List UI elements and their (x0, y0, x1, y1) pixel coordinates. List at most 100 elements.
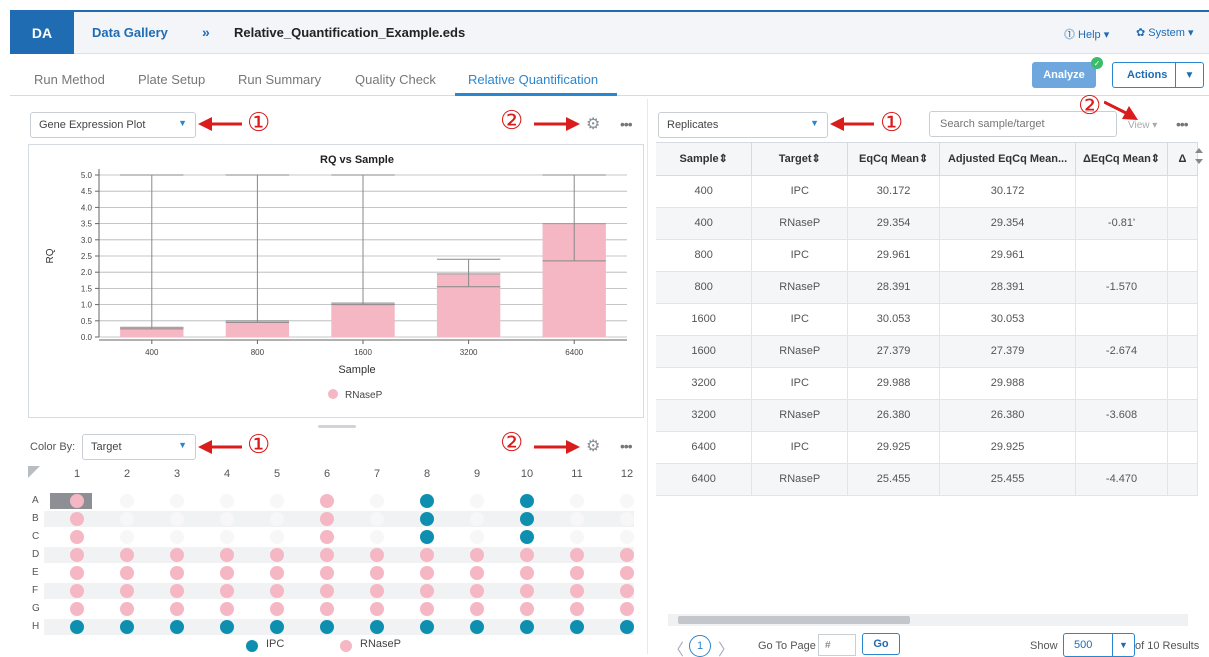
tab-quality-check[interactable]: Quality Check (355, 72, 436, 87)
plate-well[interactable] (570, 566, 584, 580)
plate-well[interactable] (470, 584, 484, 598)
plate-well[interactable] (470, 602, 484, 616)
plate-well[interactable] (370, 566, 384, 580)
plate-well[interactable] (220, 494, 234, 508)
tab-plate-setup[interactable]: Plate Setup (138, 72, 205, 87)
col-sample-header[interactable]: Sample⇕ (656, 143, 753, 176)
plate-well[interactable] (420, 620, 434, 634)
plate-well[interactable] (320, 512, 334, 526)
plate-well[interactable] (70, 530, 84, 544)
plate-row-header[interactable]: B (32, 513, 39, 524)
plate-well[interactable] (520, 494, 534, 508)
plate-well[interactable] (220, 602, 234, 616)
plate-well[interactable] (520, 566, 534, 580)
actions-button[interactable]: Actions ▼ (1112, 62, 1204, 88)
plate-well[interactable] (620, 530, 634, 544)
plate-well[interactable] (370, 512, 384, 526)
plate-well[interactable] (220, 512, 234, 526)
plate-well[interactable] (270, 494, 284, 508)
plate-well[interactable] (470, 494, 484, 508)
plate-well[interactable] (320, 494, 334, 508)
prev-page-button[interactable]: 〈 (668, 636, 684, 657)
plate-well[interactable] (470, 566, 484, 580)
plate-well[interactable] (420, 566, 434, 580)
horizontal-scrollbar-thumb[interactable] (678, 616, 910, 624)
gear-icon[interactable]: ⚙ (586, 436, 600, 456)
plate-well[interactable] (220, 566, 234, 580)
plate-column-header[interactable]: 10 (517, 468, 537, 480)
plate-well[interactable] (570, 620, 584, 634)
plate-well[interactable] (520, 620, 534, 634)
plate-well[interactable] (420, 602, 434, 616)
col-delta-eqcq-mean-header[interactable]: ΔEqCq Mean⇕ (1075, 143, 1168, 176)
plate-row-header[interactable]: F (32, 585, 38, 596)
plate-well[interactable] (420, 530, 434, 544)
plate-well[interactable] (170, 548, 184, 562)
plate-well[interactable] (570, 602, 584, 616)
table-row[interactable]: 800 RNaseP 28.391 28.391 -1.570 (656, 271, 1198, 304)
breadcrumb-data-gallery[interactable]: Data Gallery (92, 25, 168, 40)
panel-resize-handle[interactable] (318, 425, 356, 428)
table-view-select[interactable]: Replicates ▼ (658, 112, 828, 138)
vertical-scrollbar[interactable] (1193, 142, 1205, 614)
more-options-icon[interactable]: ••• (620, 438, 633, 454)
table-row[interactable]: 400 IPC 30.172 30.172 (656, 175, 1198, 208)
plate-well[interactable] (620, 548, 634, 562)
col-adjusted-eqcq-mean-header[interactable]: Adjusted EqCq Mean... (939, 143, 1077, 176)
current-page-indicator[interactable]: 1 (689, 635, 711, 657)
plate-well[interactable] (70, 584, 84, 598)
table-row[interactable]: 1600 RNaseP 27.379 27.379 -2.674 (656, 335, 1198, 368)
plate-row-header[interactable]: H (32, 621, 39, 632)
analyze-button[interactable]: Analyze (1032, 62, 1096, 88)
plate-column-header[interactable]: 7 (367, 468, 387, 480)
view-menu[interactable]: View ▾ (1128, 120, 1157, 131)
plate-column-header[interactable]: 12 (617, 468, 637, 480)
plate-well[interactable] (370, 620, 384, 634)
plate-well[interactable] (170, 620, 184, 634)
plate-row-header[interactable]: G (32, 603, 40, 614)
plate-well[interactable] (420, 584, 434, 598)
plate-well[interactable] (570, 584, 584, 598)
plate-well[interactable] (420, 548, 434, 562)
plate-well[interactable] (120, 620, 134, 634)
plate-well[interactable] (320, 584, 334, 598)
plate-well[interactable] (470, 512, 484, 526)
plate-well[interactable] (520, 530, 534, 544)
next-page-button[interactable]: 〉 (718, 636, 734, 657)
plate-well[interactable] (470, 530, 484, 544)
plate-well[interactable] (570, 530, 584, 544)
plate-well[interactable] (420, 494, 434, 508)
plate-well[interactable] (70, 548, 84, 562)
tab-relative-quantification[interactable]: Relative Quantification (468, 72, 598, 87)
plate-well[interactable] (570, 512, 584, 526)
plate-well[interactable] (320, 530, 334, 544)
plate-well[interactable] (70, 620, 84, 634)
plate-well[interactable] (320, 602, 334, 616)
plate-well[interactable] (520, 584, 534, 598)
plot-type-select[interactable]: Gene Expression Plot ▼ (30, 112, 196, 138)
plate-well[interactable] (420, 512, 434, 526)
plate-well[interactable] (270, 512, 284, 526)
color-by-select[interactable]: Target ▼ (82, 434, 196, 460)
plate-well[interactable] (320, 620, 334, 634)
plate-well[interactable] (270, 602, 284, 616)
plate-well[interactable] (370, 584, 384, 598)
table-row[interactable]: 1600 IPC 30.053 30.053 (656, 303, 1198, 336)
col-eqcq-mean-header[interactable]: EqCq Mean⇕ (847, 143, 941, 176)
plate-well[interactable] (270, 566, 284, 580)
app-logo[interactable]: DA (10, 12, 74, 54)
plate-well[interactable] (120, 494, 134, 508)
plate-well[interactable] (320, 566, 334, 580)
tab-run-summary[interactable]: Run Summary (238, 72, 321, 87)
plate-well[interactable] (120, 602, 134, 616)
plate-well[interactable] (70, 602, 84, 616)
plate-well[interactable] (270, 620, 284, 634)
plate-row-header[interactable]: A (32, 495, 39, 506)
plate-well[interactable] (520, 512, 534, 526)
plate-well[interactable] (370, 494, 384, 508)
page-size-select[interactable]: 500 ▼ (1063, 633, 1135, 657)
plate-well[interactable] (120, 530, 134, 544)
plate-well[interactable] (70, 566, 84, 580)
gear-icon[interactable]: ⚙ (586, 114, 600, 134)
plate-well[interactable] (270, 530, 284, 544)
